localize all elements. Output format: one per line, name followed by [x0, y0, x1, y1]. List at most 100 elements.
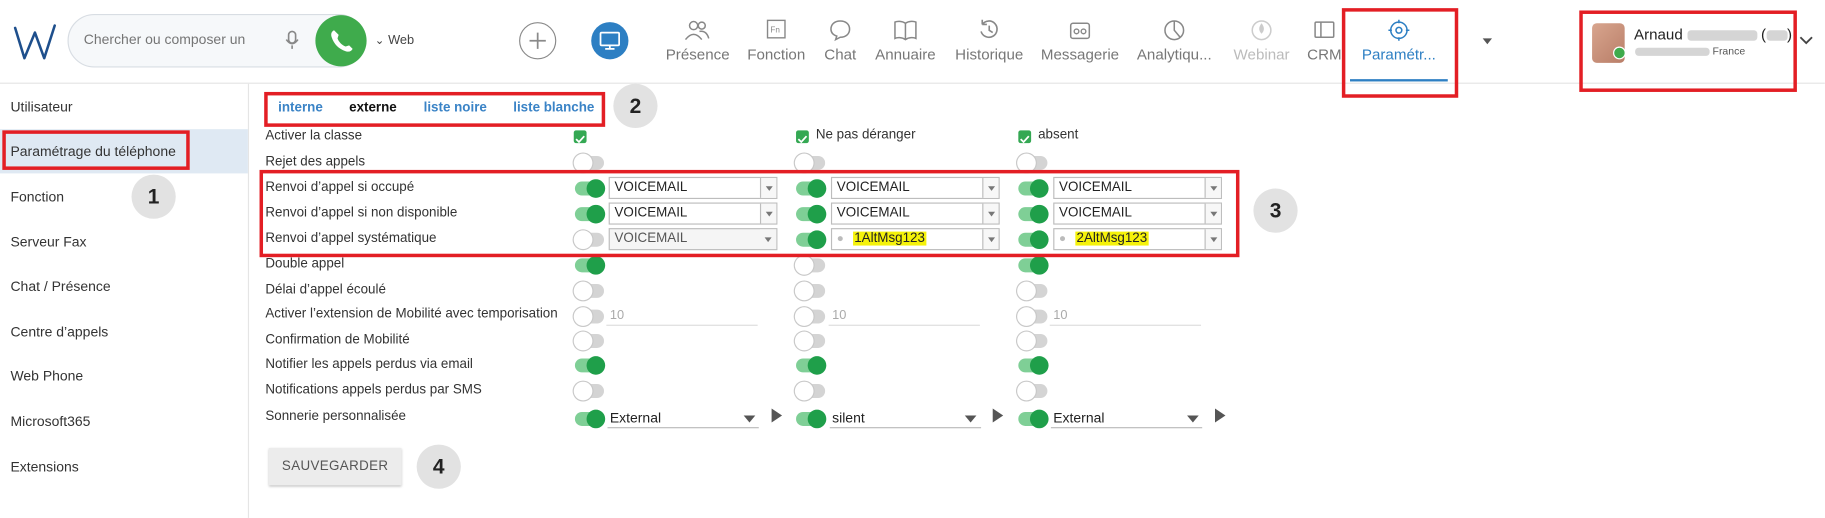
checkmark-icon	[575, 135, 585, 144]
toggle-reject-col1[interactable]	[573, 153, 605, 173]
toggle-double-col2[interactable]	[794, 256, 826, 275]
nav-label: Webinar	[1233, 45, 1290, 63]
sidebar-item-fonction[interactable]: Fonction	[0, 175, 248, 219]
sidebar-item-centre-appels[interactable]: Centre d’appels	[0, 310, 248, 354]
toggle-double-col3[interactable]	[1018, 256, 1049, 275]
dropdown-caret-icon	[1187, 415, 1199, 423]
nav-crm[interactable]: CRM	[1306, 19, 1343, 84]
sidebar-item-serveur-fax[interactable]: Serveur Fax	[0, 220, 248, 264]
ringtone-select-col3[interactable]: External	[1050, 407, 1203, 429]
toggle-mobility-col1[interactable]	[573, 307, 605, 326]
annotation-box-forwarding	[259, 169, 1240, 258]
do-not-disturb-label: Ne pas déranger	[815, 128, 916, 142]
chevron-down-icon[interactable]	[1798, 35, 1814, 47]
toggle-mobconfirm-col1[interactable]	[573, 331, 605, 351]
play-icon[interactable]	[771, 408, 783, 423]
screen-icon	[599, 31, 621, 50]
toggle-email-col3[interactable]	[1018, 356, 1049, 375]
nav-messagerie[interactable]: Messagerie	[1038, 19, 1122, 84]
toggle-double-col1[interactable]	[574, 256, 606, 275]
chevron-down-icon: ⌄	[374, 34, 385, 48]
mobility-delay-col1: 10	[606, 305, 758, 326]
checkbox-activate-class[interactable]	[573, 130, 587, 144]
svg-text:Fn: Fn	[770, 26, 779, 35]
play-icon[interactable]	[1215, 408, 1226, 423]
web-label: Web	[388, 33, 415, 48]
webinar-icon	[1251, 20, 1272, 41]
book-icon	[894, 20, 917, 41]
toggle-sms-col3[interactable]	[1017, 381, 1048, 401]
toggle-mobility-col2[interactable]	[794, 307, 826, 326]
voicemail-icon	[1069, 22, 1091, 40]
toggle-mobconfirm-col3[interactable]	[1017, 331, 1048, 351]
search-input[interactable]	[83, 31, 282, 48]
dropdown-caret-icon	[964, 415, 977, 423]
absent-label: absent	[1038, 128, 1079, 142]
row-label-double-call: Double appel	[265, 257, 345, 272]
app-logo	[13, 24, 56, 60]
more-nav-caret-icon[interactable]	[1480, 35, 1494, 47]
sidebar-item-chat-presence[interactable]: Chat / Présence	[0, 264, 248, 308]
toggle-email-col2[interactable]	[796, 356, 827, 375]
call-button[interactable]	[315, 15, 367, 67]
annotation-box-tabs	[264, 91, 606, 127]
nav-annuaire[interactable]: Annuaire	[873, 19, 938, 84]
nav-historique[interactable]: Historique	[952, 19, 1026, 84]
row-label-mobility-confirm: Confirmation de Mobilité	[265, 332, 410, 347]
nav-analytique[interactable]: Analytiqu...	[1131, 19, 1217, 84]
annotation-number-2: 2	[613, 83, 658, 129]
ringtone-select-col2[interactable]: silent	[829, 407, 982, 429]
line-type-select[interactable]: ⌄ Web	[375, 34, 414, 48]
mobility-delay-col3: 10	[1049, 305, 1202, 326]
nav-fonction[interactable]: Fn Fonction	[745, 19, 808, 84]
microphone-icon[interactable]	[285, 30, 299, 51]
annotation-number-3: 3	[1253, 188, 1298, 233]
toggle-ring-col3[interactable]	[1018, 409, 1049, 429]
crm-icon	[1314, 21, 1335, 38]
add-button[interactable]	[519, 22, 557, 60]
chat-bubble-icon	[830, 20, 851, 42]
nav-chat[interactable]: Chat	[819, 19, 861, 84]
nav-presence[interactable]: Présence	[665, 19, 730, 84]
nav-label: Présence	[665, 45, 730, 63]
toggle-ring-col2[interactable]	[796, 409, 827, 429]
toggle-ring-col1[interactable]	[574, 409, 606, 429]
sidebar-item-microsoft365[interactable]: Microsoft365	[0, 399, 248, 443]
nav-label: Messagerie	[1040, 45, 1120, 63]
phone-icon	[331, 30, 353, 52]
screen-share-button[interactable]	[591, 22, 629, 60]
plus-icon	[529, 32, 546, 49]
activate-class-label: Activer la classe	[265, 129, 363, 144]
annotation-box-sidebar	[2, 130, 190, 170]
annotation-box-user	[1579, 10, 1797, 92]
toggle-mobconfirm-col2[interactable]	[794, 331, 826, 351]
row-label-missed-email: Notifier les appels perdus via email	[265, 357, 473, 372]
play-icon[interactable]	[992, 408, 1004, 423]
toggle-reject-col2[interactable]	[794, 153, 826, 173]
checkmark-icon	[797, 135, 808, 144]
row-label-timeout: Délai d’appel écoulé	[265, 282, 386, 297]
toggle-mobility-col3[interactable]	[1017, 307, 1048, 326]
toggle-timeout-col1[interactable]	[573, 281, 605, 301]
nav-label: Historique	[955, 45, 1024, 63]
dropdown-caret-icon	[743, 415, 756, 423]
toggle-timeout-col2[interactable]	[794, 281, 826, 301]
checkmark-icon	[1020, 135, 1030, 144]
annotation-number-1: 1	[131, 174, 176, 219]
checkbox-do-not-disturb[interactable]	[796, 130, 809, 144]
toggle-reject-col3[interactable]	[1017, 153, 1048, 173]
toggle-timeout-col3[interactable]	[1017, 281, 1048, 301]
annotation-box-settings	[1341, 8, 1459, 98]
checkbox-absent[interactable]	[1018, 130, 1032, 144]
sidebar-item-extensions[interactable]: Extensions	[0, 445, 248, 489]
pie-chart-icon	[1164, 20, 1185, 41]
toggle-email-col1[interactable]	[574, 356, 606, 375]
save-button[interactable]: SAUVEGARDER	[268, 448, 402, 486]
sidebar-item-utilisateur[interactable]: Utilisateur	[0, 85, 248, 129]
toggle-sms-col1[interactable]	[573, 381, 605, 401]
ringtone-select-col1[interactable]: External	[607, 407, 759, 429]
nav-label: Annuaire	[875, 45, 936, 63]
toggle-sms-col2[interactable]	[794, 381, 826, 401]
top-bar: ⌄ Web Présence Fn Fonction	[0, 0, 1825, 84]
sidebar-item-web-phone[interactable]: Web Phone	[0, 354, 248, 398]
